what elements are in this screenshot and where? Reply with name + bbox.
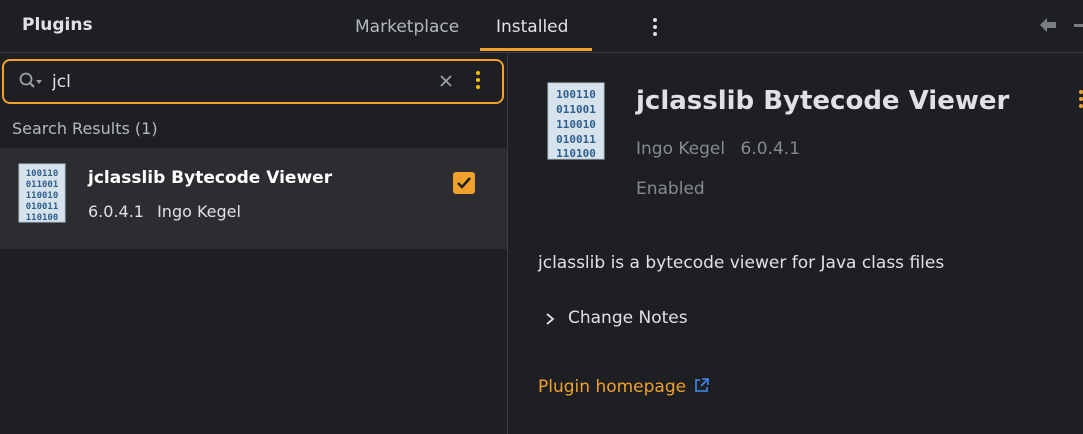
plugin-meta: 6.0.4.1 Ingo Kegel: [88, 202, 241, 221]
svg-text:110100: 110100: [26, 213, 59, 223]
active-tab-indicator: [480, 48, 592, 51]
page-title: Plugins: [22, 15, 93, 35]
detail-vendor: Ingo Kegel: [636, 139, 726, 159]
svg-text:100110: 100110: [26, 169, 59, 179]
svg-text:011001: 011001: [556, 103, 596, 116]
tab-installed[interactable]: Installed: [496, 17, 568, 37]
binary-file-icon: 100110 011001 110010 010011 110100: [547, 82, 605, 160]
tab-marketplace[interactable]: Marketplace: [355, 17, 459, 37]
binary-file-icon: 100110 011001 110010 010011 110100: [18, 163, 66, 223]
svg-text:010011: 010011: [26, 202, 59, 212]
svg-text:010011: 010011: [556, 133, 596, 146]
plugins-window: Plugins Marketplace Installed jcl Search…: [0, 0, 1083, 434]
list-item[interactable]: 100110 011001 110010 010011 110100 jclas…: [0, 148, 507, 249]
plugin-version: 6.0.4.1: [88, 202, 144, 221]
search-results-label: Search Results (1): [12, 119, 158, 138]
back-arrow-icon[interactable]: [1038, 16, 1058, 34]
plugin-list-panel: Search Results (1) 100110 011001 110010 …: [0, 53, 508, 434]
detail-options-icon[interactable]: [1079, 90, 1083, 110]
detail-version: 6.0.4.1: [740, 139, 801, 159]
external-link-icon: [695, 378, 710, 392]
header-bar: Plugins Marketplace Installed: [0, 0, 1083, 53]
check-icon: [457, 177, 471, 189]
plugin-homepage-link[interactable]: Plugin homepage: [538, 377, 710, 399]
plugin-description: jclasslib is a bytecode viewer for Java …: [538, 253, 945, 273]
svg-text:110010: 110010: [556, 118, 596, 131]
plugin-vendor: Ingo Kegel: [157, 202, 241, 221]
search-field[interactable]: [2, 59, 504, 104]
svg-text:011001: 011001: [26, 180, 59, 190]
homepage-label: Plugin homepage: [538, 377, 687, 397]
chevron-right-icon: [546, 313, 555, 325]
enabled-checkbox[interactable]: [453, 172, 475, 194]
search-input[interactable]: [52, 69, 412, 95]
close-icon[interactable]: [438, 73, 454, 89]
svg-text:100110: 100110: [556, 88, 596, 101]
search-icon[interactable]: [18, 71, 44, 91]
change-notes-label: Change Notes: [568, 308, 688, 328]
forward-arrow-icon[interactable]: [1074, 24, 1083, 27]
detail-meta: Ingo Kegel 6.0.4.1: [636, 139, 800, 159]
svg-text:110100: 110100: [556, 147, 596, 160]
search-options-icon[interactable]: [472, 70, 484, 92]
more-vertical-icon[interactable]: [648, 18, 662, 38]
detail-title: jclasslib Bytecode Viewer: [636, 86, 1010, 116]
svg-text:110010: 110010: [26, 191, 59, 201]
detail-status: Enabled: [636, 179, 705, 199]
plugin-name: jclasslib Bytecode Viewer: [88, 168, 333, 188]
